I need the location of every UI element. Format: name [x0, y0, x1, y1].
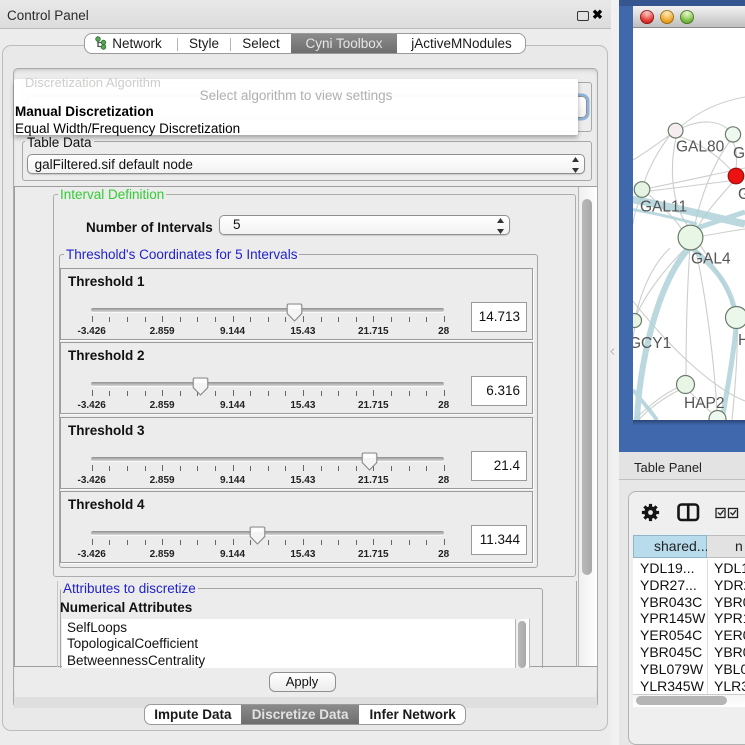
svg-text:GCY1: GCY1	[633, 335, 671, 352]
svg-text:HIS4: HIS4	[738, 332, 745, 349]
svg-text:HAP2: HAP2	[684, 395, 725, 412]
svg-text:GAL11: GAL11	[640, 199, 687, 216]
svg-text:GAL4: GAL4	[691, 251, 731, 268]
svg-text:GAL1: GAL1	[733, 145, 745, 162]
svg-text:GAL2: GAL2	[738, 186, 745, 203]
svg-text:GAL80: GAL80	[676, 139, 725, 156]
